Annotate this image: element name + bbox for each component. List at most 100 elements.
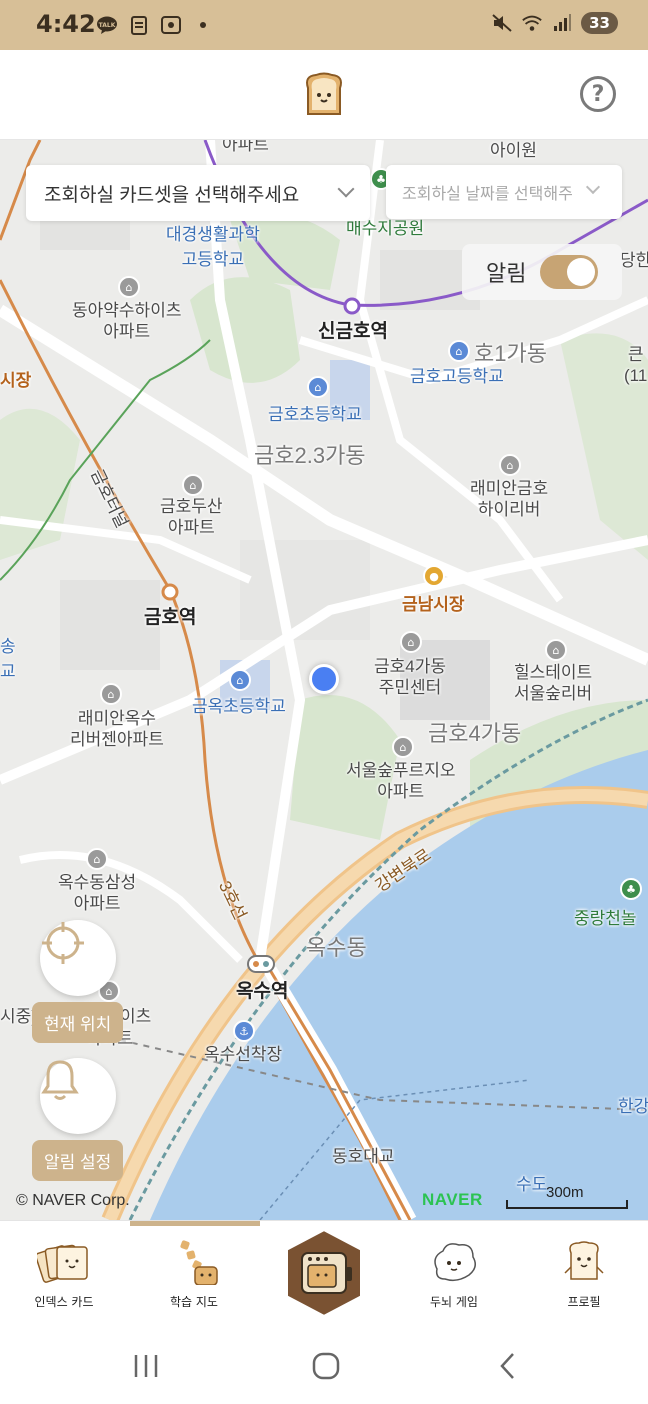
nav-item-index-card[interactable]: 인덱스 카드 [14, 1239, 114, 1310]
map-label: 힐스테이트 서울숲리버 [514, 663, 593, 703]
naver-logo: NAVER [422, 1190, 483, 1209]
clipboard-icon [128, 14, 150, 36]
nav-item-toaster[interactable] [280, 1225, 368, 1321]
alarm-settings-button[interactable] [40, 1058, 116, 1134]
map-label: 금호2.3가동 [254, 443, 366, 468]
map-label: 금호고등학교 [410, 367, 504, 386]
map-label: 동호대교 [332, 1147, 395, 1166]
map-label: 중랑천놀 [574, 909, 637, 928]
recent-apps-icon[interactable] [126, 1350, 166, 1382]
apartment-icon: ⌂ [100, 683, 122, 705]
toggle-knob [567, 258, 596, 286]
map-label: 아이원 [490, 141, 537, 160]
nav-label: 인덱스 카드 [34, 1295, 94, 1309]
status-time: 4:42 [36, 10, 96, 38]
brain-game-icon [434, 1243, 476, 1282]
current-location-button[interactable] [40, 920, 116, 996]
map-label: 이츠 [120, 1007, 152, 1026]
park-icon: ♣ [620, 878, 642, 900]
map-label: 래미안옥수 리버젠아파트 [70, 709, 164, 749]
screenshot-icon [160, 14, 182, 36]
index-card-icon [37, 1244, 88, 1283]
market-icon: ● [423, 565, 445, 587]
map-label: 금호초등학교 [268, 405, 362, 424]
map-label: 서울숲푸르지오 아파트 [346, 761, 456, 801]
bottom-nav: 인덱스 카드 학습 지도 두뇌 게임 프로필 [0, 1220, 648, 1328]
map-label: 한강 [618, 1097, 648, 1116]
signal-icon [551, 12, 573, 34]
map-credit: © NAVER Corp. [16, 1192, 130, 1209]
chevron-down-icon [585, 179, 601, 195]
map-label: 아파트 [222, 140, 269, 154]
back-icon[interactable] [488, 1350, 528, 1382]
chevron-down-icon [337, 180, 355, 198]
home-icon[interactable] [306, 1350, 346, 1382]
map-label: 금옥초등학교 [192, 697, 286, 716]
toast-logo-icon [300, 70, 348, 122]
apartment-icon: ⌂ [86, 848, 108, 870]
cardset-select[interactable]: 조회하실 카드셋을 선택해주세요 [26, 165, 370, 221]
nav-label: 프로필 [567, 1295, 601, 1309]
scale-label: 300m [546, 1184, 584, 1201]
learning-map-icon [180, 1240, 218, 1285]
profile-icon [564, 1241, 604, 1280]
map-label: 옥수역 [236, 981, 289, 1002]
government-icon: ⌂ [400, 631, 422, 653]
toaster-center-icon [284, 1226, 364, 1320]
help-button[interactable]: ? [580, 76, 616, 112]
svg-text:TALK: TALK [99, 22, 116, 29]
date-select[interactable]: 조회하실 날짜를 선택해주 [386, 165, 622, 219]
app-header: ? [0, 50, 648, 140]
apartment-icon: ⌂ [182, 474, 204, 496]
map-label: 옥수동 [306, 935, 367, 960]
wifi-icon [521, 12, 543, 34]
apartment-icon: ⌂ [392, 736, 414, 758]
school-icon: ⌂ [448, 340, 470, 362]
nav-item-brain-game[interactable]: 두뇌 게임 [404, 1239, 504, 1310]
cardset-select-label: 조회하실 카드셋을 선택해주세요 [44, 184, 300, 206]
alarm-toggle-panel: 알림 [462, 244, 622, 300]
map-label: 금호역 [144, 607, 197, 628]
map-label: 옥수동삼성 아파트 [58, 873, 137, 913]
map-label: 금호4가동 주민센터 [374, 657, 447, 697]
active-tab-indicator [130, 1221, 260, 1226]
mute-icon [491, 12, 513, 34]
status-icons-left: TALK [96, 14, 214, 36]
ferry-icon: ⚓ [233, 1020, 255, 1042]
alarm-settings-label[interactable]: 알림 설정 [32, 1140, 124, 1181]
map-label: 옥수선착장 [204, 1045, 283, 1064]
nav-item-learning-map[interactable]: 학습 지도 [144, 1239, 244, 1310]
alarm-toggle-switch[interactable] [540, 255, 599, 289]
map-label: 래미안금호 하이리버 [470, 479, 549, 519]
status-icons-right: 33 [491, 12, 618, 34]
crosshair-icon [42, 922, 84, 964]
status-bar: 4:42 TALK 33 [0, 0, 648, 50]
system-nav-bar [0, 1328, 648, 1404]
map-label: 동아약수하이츠 아파트 [72, 301, 182, 341]
scale-bar [506, 1200, 628, 1209]
dot-icon [192, 14, 214, 36]
map-view[interactable]: ⌂ ♣ ⌂ ⌂ ⌂ ⌂ ● ⌂ ⌂ ⌂ ⌂ ⌂ ⌂ ♣ ⚓ ⌂ 아파트 아이원 … [0, 140, 648, 1220]
map-label: 당한 [620, 251, 648, 270]
apartment-icon: ⌂ [499, 454, 521, 476]
apartment-icon: ⌂ [118, 276, 140, 298]
school-icon: ⌂ [307, 376, 329, 398]
alarm-toggle-label: 알림 [486, 261, 527, 286]
nav-item-profile[interactable]: 프로필 [534, 1239, 634, 1310]
date-select-label: 조회하실 날짜를 선택해주 [402, 186, 573, 203]
map-label: 큰 (11 [624, 345, 648, 385]
map-label: 금호4가동 [428, 721, 522, 746]
map-label: 신금호역 [318, 321, 388, 342]
map-label: 대경생활과학 고등학교 [166, 225, 260, 269]
bell-icon [41, 1060, 79, 1100]
current-location-marker [309, 664, 339, 694]
map-label: 송 교 [0, 637, 16, 681]
current-location-label[interactable]: 현재 위치 [32, 1002, 124, 1043]
battery-indicator: 33 [581, 12, 618, 34]
map-label: 시장 [0, 371, 32, 390]
map-label: 수도 [516, 1175, 548, 1194]
apartment-icon: ⌂ [545, 639, 567, 661]
talk-icon: TALK [96, 14, 118, 36]
nav-label: 학습 지도 [170, 1295, 218, 1309]
map-label: 금남시장 [402, 595, 465, 614]
